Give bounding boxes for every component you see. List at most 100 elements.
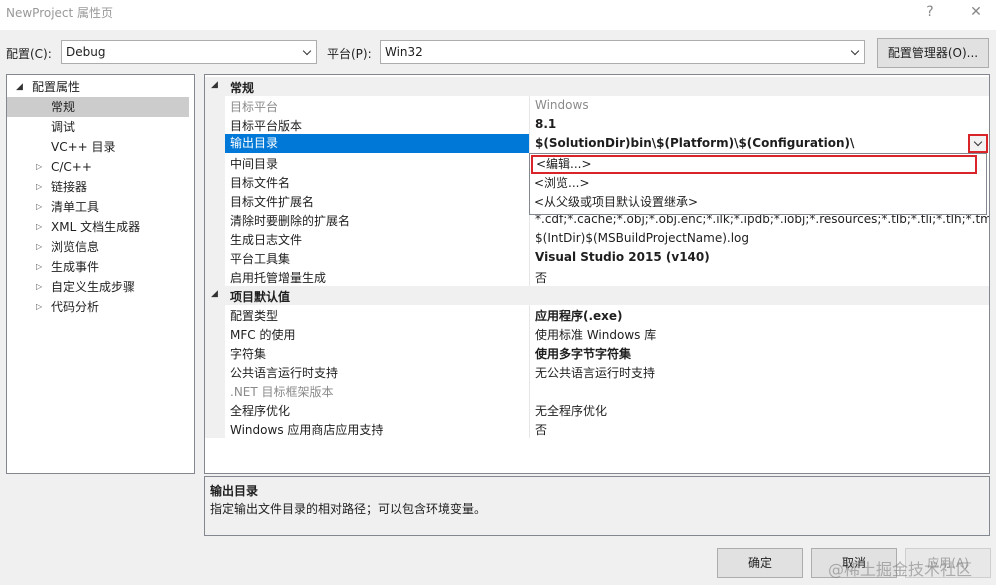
tree-item[interactable]: ▷ XML 文档生成器 [7, 217, 189, 237]
tree-item[interactable]: VC++ 目录 [7, 137, 189, 157]
property-row[interactable]: 字符集 使用多字节字符集 [205, 343, 989, 362]
tree-item-label: 链接器 [51, 180, 88, 194]
property-value: 否 [535, 423, 548, 437]
tree-item[interactable]: ▷ 代码分析 [7, 297, 189, 317]
property-value: 否 [535, 271, 548, 285]
tree-item-label: 自定义生成步骤 [51, 280, 136, 294]
tree-root-item[interactable]: ◢ 配置属性 [7, 77, 194, 97]
row-gutter [205, 172, 225, 191]
description-panel: 输出目录 指定输出文件目录的相对路径；可以包含环境变量。 [204, 476, 990, 536]
ok-button[interactable]: 确定 [717, 548, 803, 578]
property-row[interactable]: 配置类型 应用程序(.exe) [205, 305, 989, 324]
tree-item-label: 常规 [51, 100, 76, 114]
property-value: Visual Studio 2015 (v140) [535, 250, 710, 264]
property-name: 目标平台版本 [230, 119, 303, 133]
row-gutter [205, 191, 225, 210]
tree-item[interactable]: 常规 [7, 97, 189, 117]
tree-item-label: 清单工具 [51, 200, 100, 214]
row-gutter [205, 210, 225, 229]
tree-item[interactable]: ▷ C/C++ [7, 157, 189, 177]
row-gutter [205, 153, 225, 172]
property-row[interactable]: 目标平台版本 8.1 [205, 115, 989, 134]
window-title: NewProject 属性页 [6, 6, 114, 20]
collapsed-triangle-icon: ▷ [36, 202, 43, 211]
tree-item[interactable]: ▷ 自定义生成步骤 [7, 277, 189, 297]
property-row[interactable]: 启用托管增量生成 否 [205, 267, 989, 286]
title-bar: NewProject 属性页 ? ✕ [0, 0, 996, 30]
property-name: MFC 的使用 [230, 328, 296, 342]
row-gutter [205, 248, 225, 267]
tree-root-label: 配置属性 [32, 80, 81, 94]
collapsed-triangle-icon: ▷ [36, 242, 43, 251]
property-name: 清除时要删除的扩展名 [230, 214, 351, 228]
row-gutter [205, 381, 225, 400]
property-value: 无公共语言运行时支持 [535, 366, 656, 380]
close-button[interactable]: ✕ [956, 0, 996, 26]
property-value: 应用程序(.exe) [535, 309, 623, 323]
config-value: Debug [66, 45, 106, 59]
collapsed-triangle-icon: ▷ [36, 282, 43, 291]
watermark: @稀土掘金技术社区 [828, 560, 973, 579]
property-name: Windows 应用商店应用支持 [230, 423, 384, 437]
tree-item-label: 浏览信息 [51, 240, 100, 254]
option-edit[interactable]: <编辑...> [531, 155, 977, 174]
property-row[interactable]: Windows 应用商店应用支持 否 [205, 419, 989, 438]
category-label: 项目默认值 [230, 290, 291, 304]
tree-item[interactable]: ▷ 链接器 [7, 177, 189, 197]
row-gutter [205, 362, 225, 381]
property-tree: ◢ 配置属性 常规 调试 VC++ 目录 ▷ C/C++ ▷ 链接器 ▷ 清单工具 ▷ XML 文档… [6, 74, 195, 474]
property-name: 目标文件名 [230, 176, 291, 190]
property-row[interactable]: .NET 目标框架版本 [205, 381, 989, 400]
property-row[interactable]: 平台工具集 Visual Studio 2015 (v140) [205, 248, 989, 267]
tree-item[interactable]: 调试 [7, 117, 189, 137]
property-name: 平台工具集 [230, 252, 291, 266]
dropdown-popup: <编辑...> <浏览...> <从父级或项目默认设置继承> [529, 153, 987, 215]
collapsed-triangle-icon: ▷ [36, 162, 43, 171]
property-row[interactable]: 全程序优化 无全程序优化 [205, 400, 989, 419]
property-row[interactable]: 生成日志文件 $(IntDir)$(MSBuildProjectName).log [205, 229, 989, 248]
config-label: 配置(C): [6, 47, 52, 61]
property-row[interactable]: 公共语言运行时支持 无公共语言运行时支持 [205, 362, 989, 381]
tree-item-label: 代码分析 [51, 300, 100, 314]
row-gutter [205, 229, 225, 248]
config-manager-button[interactable]: 配置管理器(O)... [877, 38, 989, 68]
property-value: 无全程序优化 [535, 404, 608, 418]
property-name: 目标平台 [230, 100, 279, 114]
row-gutter [205, 400, 225, 419]
column-divider [529, 134, 530, 153]
tree-item-label: C/C++ [51, 160, 92, 174]
property-row[interactable]: 目标平台 Windows [205, 96, 989, 115]
category-project-defaults[interactable]: ◢ 项目默认值 [205, 286, 989, 305]
collapsed-triangle-icon: ▷ [36, 262, 43, 271]
collapsed-triangle-icon: ▷ [36, 222, 43, 231]
tree-item[interactable]: ▷ 清单工具 [7, 197, 189, 217]
option-browse[interactable]: <浏览...> [534, 174, 590, 193]
property-name: .NET 目标框架版本 [230, 385, 334, 399]
row-gutter [205, 419, 225, 438]
property-name: 中间目录 [230, 157, 279, 171]
chevron-down-icon [846, 41, 864, 63]
help-button[interactable]: ? [910, 0, 950, 26]
dropdown-button[interactable] [968, 134, 988, 153]
property-name: 字符集 [230, 347, 267, 361]
row-gutter [205, 134, 225, 153]
option-inherit[interactable]: <从父级或项目默认设置继承> [534, 193, 698, 212]
property-row[interactable]: MFC 的使用 使用标准 Windows 库 [205, 324, 989, 343]
tree-item[interactable]: ▷ 生成事件 [7, 257, 189, 277]
collapsed-triangle-icon: ▷ [36, 302, 43, 311]
property-row[interactable]: 输出目录 $(SolutionDir)bin\$(Platform)\$(Conf… [205, 134, 989, 153]
property-value: $(IntDir)$(MSBuildProjectName).log [535, 231, 750, 245]
chevron-down-icon [298, 41, 316, 63]
property-name: 目标文件扩展名 [230, 195, 315, 209]
platform-combo[interactable]: Win32 [380, 40, 865, 64]
property-name: 启用托管增量生成 [230, 271, 327, 285]
row-gutter [205, 343, 225, 362]
category-general[interactable]: ◢ 常规 [205, 77, 989, 96]
config-combo[interactable]: Debug [61, 40, 317, 64]
expanded-triangle-icon: ◢ [16, 82, 23, 92]
property-name: 输出目录 [225, 134, 529, 153]
property-name: 配置类型 [230, 309, 279, 323]
tree-item[interactable]: ▷ 浏览信息 [7, 237, 189, 257]
row-gutter [205, 305, 225, 324]
property-grid: ◢ 常规 目标平台 Windows 目标平台版本 8.1 输出目录 $(SolutionDir… [204, 74, 990, 474]
